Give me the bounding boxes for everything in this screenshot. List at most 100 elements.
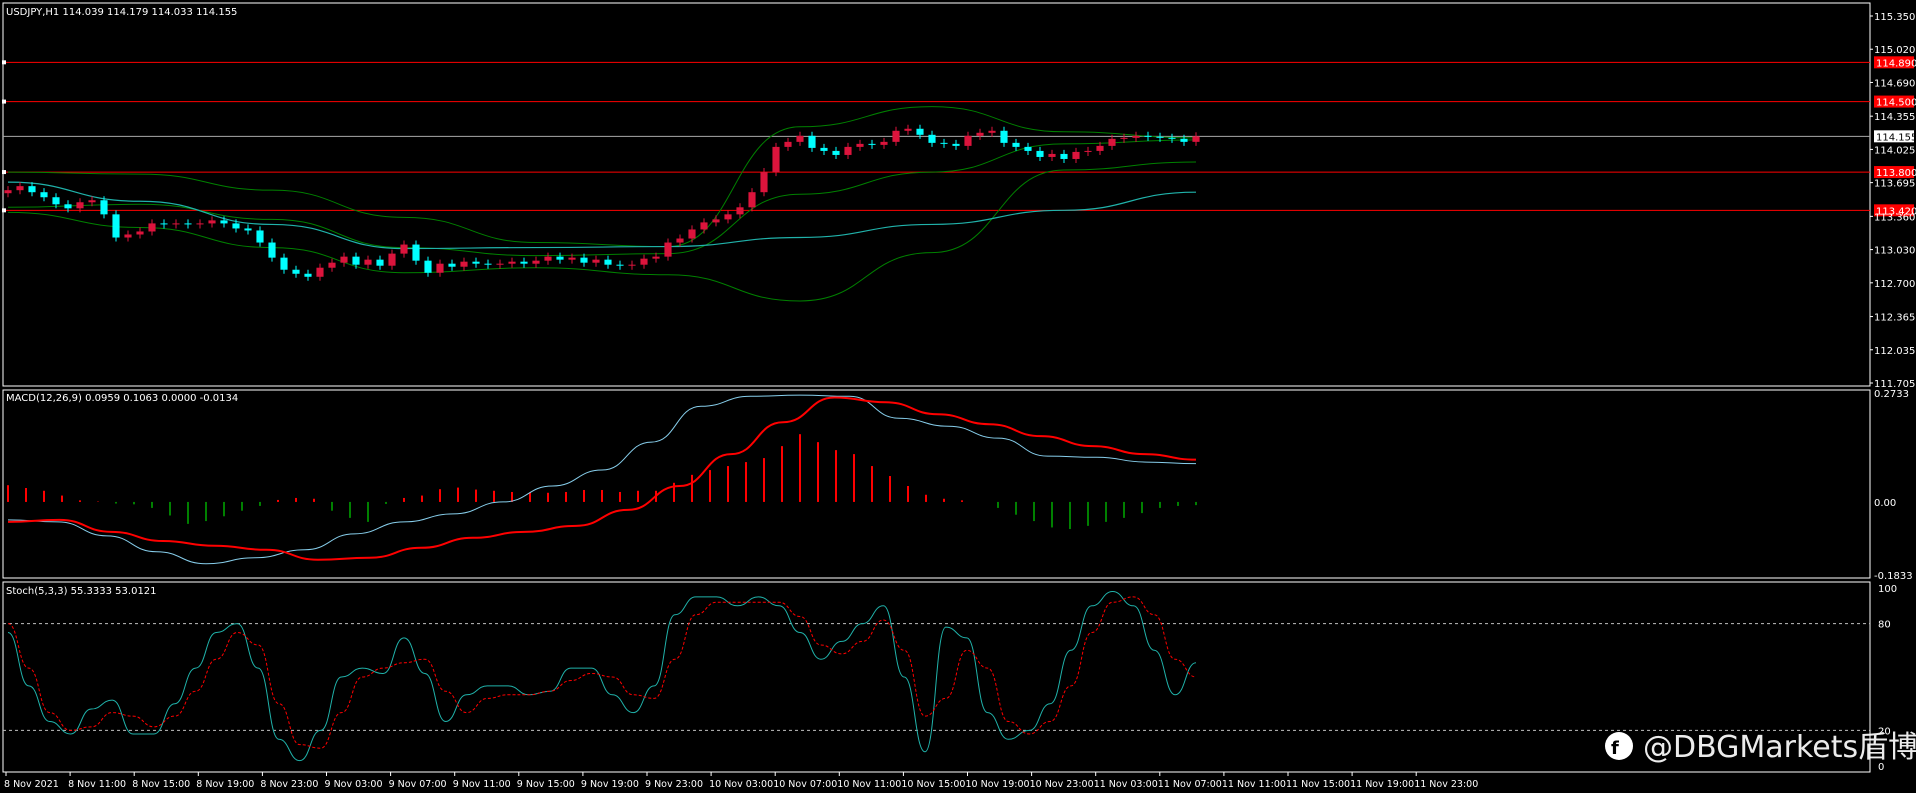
stoch-plot [3, 591, 1870, 762]
price-tick-label: 115.350 [1874, 12, 1915, 23]
price-tick-label: 113.695 [1874, 179, 1915, 190]
level-line-handle [2, 170, 6, 175]
candle-body [1012, 142, 1020, 147]
macd-panel [2, 389, 1871, 579]
candle-body [1024, 146, 1032, 151]
candle-body [844, 146, 852, 155]
stoch-tick-label: 80 [1878, 620, 1891, 631]
candle-body [1036, 150, 1044, 157]
candle-body [700, 222, 708, 230]
price-tick-label: 112.365 [1874, 313, 1915, 324]
moving-average-line [7, 181, 1197, 250]
level-price-label: 114.500 [1876, 98, 1916, 109]
level-line-handle [2, 208, 6, 213]
current-price-label: 114.155 [1876, 132, 1916, 143]
candle-body [1144, 135, 1152, 137]
time-tick-label: 10 Nov 19:00 [966, 779, 1030, 790]
time-tick-label: 8 Nov 15:00 [132, 779, 190, 790]
candle-body [736, 207, 744, 215]
time-tick-label: 9 Nov 15:00 [517, 779, 575, 790]
watermark-text: @DBGMarkets盾博 [1643, 730, 1916, 765]
candle-body [520, 261, 528, 264]
time-tick-label: 9 Nov 19:00 [581, 779, 639, 790]
candle-body [784, 141, 792, 147]
time-tick-label: 8 Nov 11:00 [68, 779, 126, 790]
candle-body [448, 263, 456, 267]
time-tick-label: 9 Nov 23:00 [645, 779, 703, 790]
time-tick-label: 10 Nov 07:00 [773, 779, 837, 790]
candle-body [1180, 138, 1188, 142]
candle-body [40, 192, 48, 198]
candle-body [532, 260, 540, 264]
level-price-label: 113.800 [1876, 168, 1916, 179]
candle-body [280, 257, 288, 270]
candle-body [148, 223, 156, 232]
candle-body [376, 259, 384, 266]
candle-body [124, 234, 132, 238]
stoch-tick-label: 100 [1878, 584, 1897, 595]
candle-body [316, 267, 324, 277]
candle-body [1108, 138, 1116, 146]
candle-body [676, 238, 684, 243]
candle-body [628, 264, 636, 266]
candle-body [1096, 145, 1104, 151]
candle-body [4, 190, 12, 194]
candle-body [52, 197, 60, 205]
candle-body [388, 253, 396, 266]
time-tick-label: 11 Nov 19:00 [1350, 779, 1414, 790]
level-price-label: 114.890 [1876, 58, 1916, 69]
candle-body [928, 134, 936, 143]
time-tick-label: 9 Nov 07:00 [389, 779, 447, 790]
candle-body [652, 256, 660, 259]
candle-body [352, 256, 360, 265]
time-tick-label: 8 Nov 19:00 [196, 779, 254, 790]
candle-body [112, 214, 120, 238]
candle-body [712, 219, 720, 223]
candle-body [28, 186, 36, 193]
time-tick-label: 11 Nov 07:00 [1158, 779, 1222, 790]
candle-body [16, 186, 24, 191]
candle-body [424, 260, 432, 273]
time-tick-label: 11 Nov 03:00 [1094, 779, 1158, 790]
axis-labels: 114.890114.500113.800113.420114.155115.3… [4, 12, 1916, 790]
candle-body [160, 223, 168, 225]
time-tick-label: 10 Nov 15:00 [901, 779, 965, 790]
bollinger-lower-band [7, 161, 1197, 302]
bollinger-middle-band [7, 139, 1197, 257]
stoch-main-line [7, 591, 1197, 762]
trading-chart: USDJPY,H1 114.039 114.179 114.033 114.15… [2, 2, 1916, 790]
time-tick-label: 9 Nov 03:00 [325, 779, 383, 790]
time-tick-label: 11 Nov 11:00 [1222, 779, 1286, 790]
candle-body [496, 263, 504, 265]
candle-body [472, 261, 480, 264]
weibo-glyph: f [1611, 738, 1619, 759]
macd-line [7, 394, 1197, 565]
stoch-signal-line [7, 596, 1197, 749]
candle-body [208, 220, 216, 224]
candle-body [748, 192, 756, 208]
macd-plot [7, 394, 1197, 565]
price-plot [2, 60, 1870, 302]
candle-body [256, 230, 264, 243]
candle-body [796, 135, 804, 142]
candle-body [484, 263, 492, 265]
price-tick-label: 113.030 [1874, 246, 1915, 257]
candle-body [808, 135, 816, 148]
time-tick-label: 8 Nov 2021 [4, 779, 59, 790]
candle-body [640, 258, 648, 265]
candle-body [916, 128, 924, 135]
candle-body [328, 262, 336, 268]
macd-tick-label: -0.1833 [1874, 571, 1913, 582]
candle-body [892, 130, 900, 142]
price-tick-label: 112.700 [1874, 279, 1915, 290]
candle-body [856, 143, 864, 147]
candle-body [100, 200, 108, 215]
time-tick-label: 11 Nov 23:00 [1414, 779, 1478, 790]
candle-body [508, 261, 516, 264]
candle-body [952, 143, 960, 146]
candle-body [1084, 150, 1092, 152]
candle-body [232, 223, 240, 229]
weibo-icon [1605, 732, 1633, 760]
candle-body [292, 269, 300, 274]
candle-body [220, 220, 228, 224]
